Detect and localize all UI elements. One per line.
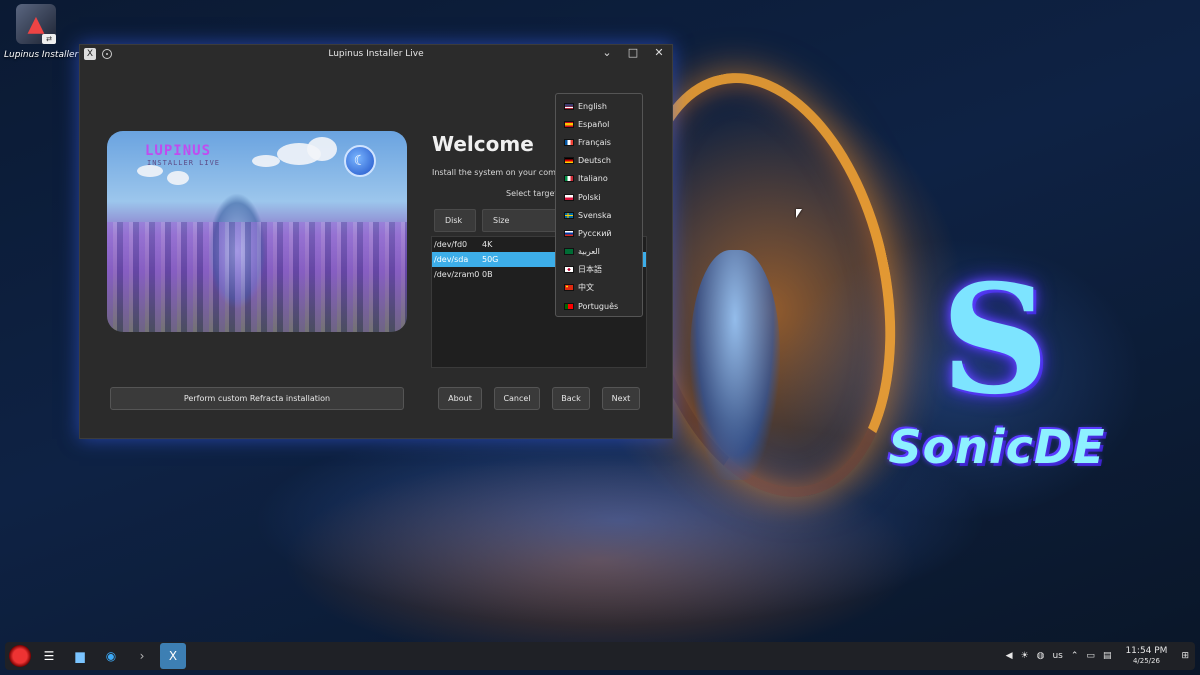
maximize-button[interactable]: □	[626, 46, 640, 59]
wolf-moon-icon: ☾	[344, 145, 376, 177]
jp-flag-icon	[564, 266, 574, 274]
terminal-icon[interactable]: ›	[129, 643, 155, 669]
language-item-arabic[interactable]: العربية	[556, 243, 642, 261]
language-item-english[interactable]: English	[556, 97, 642, 115]
language-item-portuguese[interactable]: Português	[556, 297, 642, 315]
desktop-grid-icon[interactable]: ⊞	[1181, 651, 1189, 661]
about-button[interactable]: About	[438, 387, 482, 410]
language-item-german[interactable]: Deutsch	[556, 152, 642, 170]
file-manager-icon[interactable]: ▆	[67, 643, 93, 669]
desktop-icon-lupinus-installer[interactable]: ▲ ⇄ Lupinus Installer	[4, 4, 79, 60]
de-flag-icon	[564, 157, 574, 165]
se-flag-icon	[564, 211, 574, 219]
column-header-disk[interactable]: Disk	[434, 209, 476, 232]
back-button[interactable]: Back	[552, 387, 590, 410]
cn-flag-icon	[564, 284, 574, 292]
fr-flag-icon	[564, 138, 574, 146]
language-menu[interactable]: English Español Français Deutsch Italian…	[555, 93, 643, 317]
clock-time: 11:54 PM	[1125, 646, 1168, 656]
keyboard-layout[interactable]: us	[1052, 651, 1062, 661]
cancel-button[interactable]: Cancel	[494, 387, 540, 410]
sa-flag-icon	[564, 248, 574, 256]
language-item-french[interactable]: Français	[556, 133, 642, 151]
show-hidden-icons-icon[interactable]: ⌃	[1071, 651, 1079, 661]
taskbar: ☰ ▆ ◉ › X ◀ ☀ ◍ us ⌃ ▭ ▤ 11:54 PM 4/25/2…	[5, 642, 1195, 670]
network-icon[interactable]: ◍	[1037, 651, 1045, 661]
wallpaper-sonic-logo-icon: S	[940, 252, 1050, 428]
desktop-icon-label: Lupinus Installer	[4, 50, 79, 60]
next-button[interactable]: Next	[602, 387, 640, 410]
clipboard-icon[interactable]: ▤	[1103, 651, 1112, 661]
wallpaper-sonicde-text: SonicDE	[888, 420, 1106, 474]
welcome-heading: Welcome	[432, 132, 534, 156]
link-badge-icon: ⇄	[42, 34, 56, 44]
language-item-japanese[interactable]: 日本語	[556, 261, 642, 279]
wolf-logo-icon: ▲ ⇄	[16, 4, 56, 44]
pin-icon[interactable]	[102, 49, 112, 59]
volume-icon[interactable]: ◀	[1006, 651, 1013, 661]
hero-title: LUPINUS	[145, 143, 212, 159]
display-icon[interactable]: ▭	[1086, 651, 1095, 661]
x11-app-icon[interactable]: X	[84, 48, 96, 60]
it-flag-icon	[564, 175, 574, 183]
language-item-chinese[interactable]: 中文	[556, 279, 642, 297]
installer-task-icon[interactable]: X	[160, 643, 186, 669]
lupin-field	[107, 222, 407, 332]
clock[interactable]: 11:54 PM 4/25/26	[1125, 646, 1167, 666]
system-settings-icon[interactable]: ☰	[36, 643, 62, 669]
hero-image: LUPINUS INSTALLER LIVE ☾	[107, 131, 407, 332]
pt-flag-icon	[564, 302, 574, 310]
window-titlebar[interactable]: X Lupinus Installer Live ⌄ □ ✕	[80, 45, 672, 63]
language-item-polish[interactable]: Polski	[556, 188, 642, 206]
pl-flag-icon	[564, 193, 574, 201]
language-item-swedish[interactable]: Svenska	[556, 206, 642, 224]
select-target-label: Select target	[506, 189, 558, 198]
welcome-subtitle: Install the system on your comp	[432, 168, 561, 177]
close-button[interactable]: ✕	[652, 46, 666, 59]
es-flag-icon	[564, 120, 574, 128]
system-tray: ◀ ☀ ◍ us ⌃ ▭ ▤ 11:54 PM 4/25/26 ⊞	[1006, 642, 1189, 670]
hero-subtitle: INSTALLER LIVE	[147, 159, 221, 167]
column-header-size[interactable]: Size	[482, 209, 560, 232]
window-title: Lupinus Installer Live	[328, 49, 424, 59]
brightness-icon[interactable]: ☀	[1021, 651, 1029, 661]
ru-flag-icon	[564, 229, 574, 237]
mouse-cursor-icon	[796, 209, 802, 218]
language-item-russian[interactable]: Русский	[556, 224, 642, 242]
wallpaper-wolf	[690, 250, 780, 480]
browser-icon[interactable]: ◉	[98, 643, 124, 669]
language-item-italian[interactable]: Italiano	[556, 170, 642, 188]
minimize-button[interactable]: ⌄	[600, 46, 614, 59]
app-launcher-icon[interactable]	[9, 645, 31, 667]
clock-date: 4/25/26	[1132, 657, 1160, 665]
language-item-spanish[interactable]: Español	[556, 115, 642, 133]
custom-install-button[interactable]: Perform custom Refracta installation	[110, 387, 404, 410]
us-flag-icon	[564, 102, 574, 110]
